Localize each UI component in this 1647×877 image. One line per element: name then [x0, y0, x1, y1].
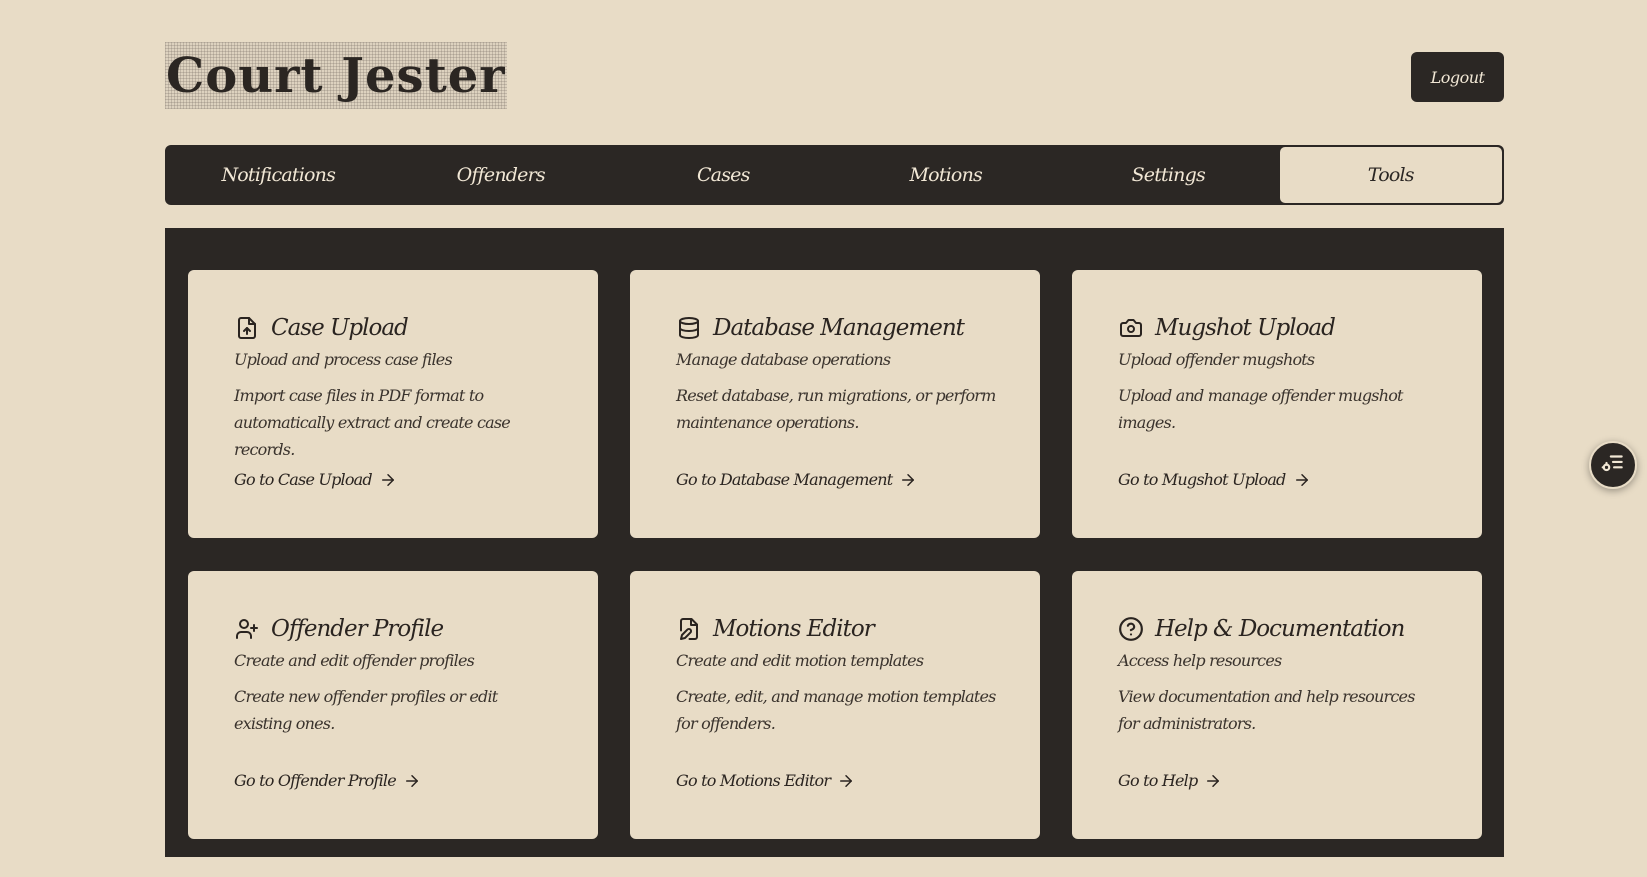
arrow-right-icon [899, 471, 917, 489]
card-subtitle: Manage database operations [676, 350, 891, 369]
camera-icon [1118, 315, 1144, 341]
card-link-label: Go to Database Management [676, 470, 893, 489]
page: Court Jester Logout Notifications Offend… [0, 0, 1647, 877]
tool-card-case-upload: Case Upload Upload and process case file… [188, 270, 598, 538]
go-to-case-upload-link[interactable]: Go to Case Upload [234, 470, 397, 489]
card-title: Database Management [713, 315, 965, 341]
tool-card-help-documentation: Help & Documentation Access help resourc… [1072, 571, 1482, 839]
header: Court Jester Logout [165, 42, 1504, 110]
file-upload-icon [234, 315, 260, 341]
card-subtitle: Access help resources [1118, 651, 1282, 670]
arrow-right-icon [379, 471, 397, 489]
card-description: Import case files in PDF format to autom… [234, 386, 511, 459]
card-subtitle: Upload offender mugshots [1118, 350, 1315, 369]
go-to-motions-editor-link[interactable]: Go to Motions Editor [676, 771, 855, 790]
tool-card-database-management: Database Management Manage database oper… [630, 270, 1040, 538]
card-title: Motions Editor [713, 616, 875, 642]
database-icon [676, 315, 702, 341]
help-circle-icon [1118, 616, 1144, 642]
card-subtitle: Upload and process case files [234, 350, 453, 369]
card-link-label: Go to Motions Editor [676, 771, 831, 790]
arrow-right-icon [837, 772, 855, 790]
tools-panel: Case Upload Upload and process case file… [165, 228, 1504, 857]
arrow-right-icon [1293, 471, 1311, 489]
card-description: Create, edit, and manage motion template… [676, 687, 996, 733]
tab-cases[interactable]: Cases [612, 147, 835, 203]
tab-offenders[interactable]: Offenders [390, 147, 613, 203]
card-link-label: Go to Offender Profile [234, 771, 397, 790]
tab-tools[interactable]: Tools [1279, 147, 1502, 203]
main-nav: Notifications Offenders Cases Motions Se… [165, 145, 1504, 205]
go-to-database-management-link[interactable]: Go to Database Management [676, 470, 917, 489]
arrow-right-icon [403, 772, 421, 790]
card-description: View documentation and help resources fo… [1118, 687, 1415, 733]
tab-notifications[interactable]: Notifications [167, 147, 390, 203]
card-link-label: Go to Help [1118, 771, 1198, 790]
card-title: Offender Profile [271, 616, 444, 642]
card-link-label: Go to Mugshot Upload [1118, 470, 1286, 489]
tab-motions[interactable]: Motions [835, 147, 1058, 203]
card-description: Reset database, run migrations, or perfo… [676, 386, 996, 432]
go-to-mugshot-upload-link[interactable]: Go to Mugshot Upload [1118, 470, 1311, 489]
go-to-offender-profile-link[interactable]: Go to Offender Profile [234, 771, 421, 790]
card-title: Case Upload [271, 315, 409, 341]
tool-card-offender-profile: Offender Profile Create and edit offende… [188, 571, 598, 839]
floating-settings-button[interactable] [1589, 441, 1637, 489]
logout-button[interactable]: Logout [1411, 52, 1504, 102]
go-to-help-link[interactable]: Go to Help [1118, 771, 1222, 790]
card-link-label: Go to Case Upload [234, 470, 373, 489]
card-subtitle: Create and edit offender profiles [234, 651, 475, 670]
tab-settings[interactable]: Settings [1057, 147, 1280, 203]
app-logo[interactable]: Court Jester [165, 42, 507, 109]
tool-card-motions-editor: Motions Editor Create and edit motion te… [630, 571, 1040, 839]
tool-card-mugshot-upload: Mugshot Upload Upload offender mugshots … [1072, 270, 1482, 538]
card-subtitle: Create and edit motion templates [676, 651, 924, 670]
card-title: Help & Documentation [1155, 616, 1405, 642]
user-plus-icon [234, 616, 260, 642]
card-description: Upload and manage offender mugshot image… [1118, 386, 1403, 432]
arrow-right-icon [1204, 772, 1222, 790]
file-edit-icon [676, 616, 702, 642]
card-description: Create new offender profiles or edit exi… [234, 687, 498, 733]
settings-list-icon [1600, 450, 1626, 480]
card-title: Mugshot Upload [1155, 315, 1336, 341]
